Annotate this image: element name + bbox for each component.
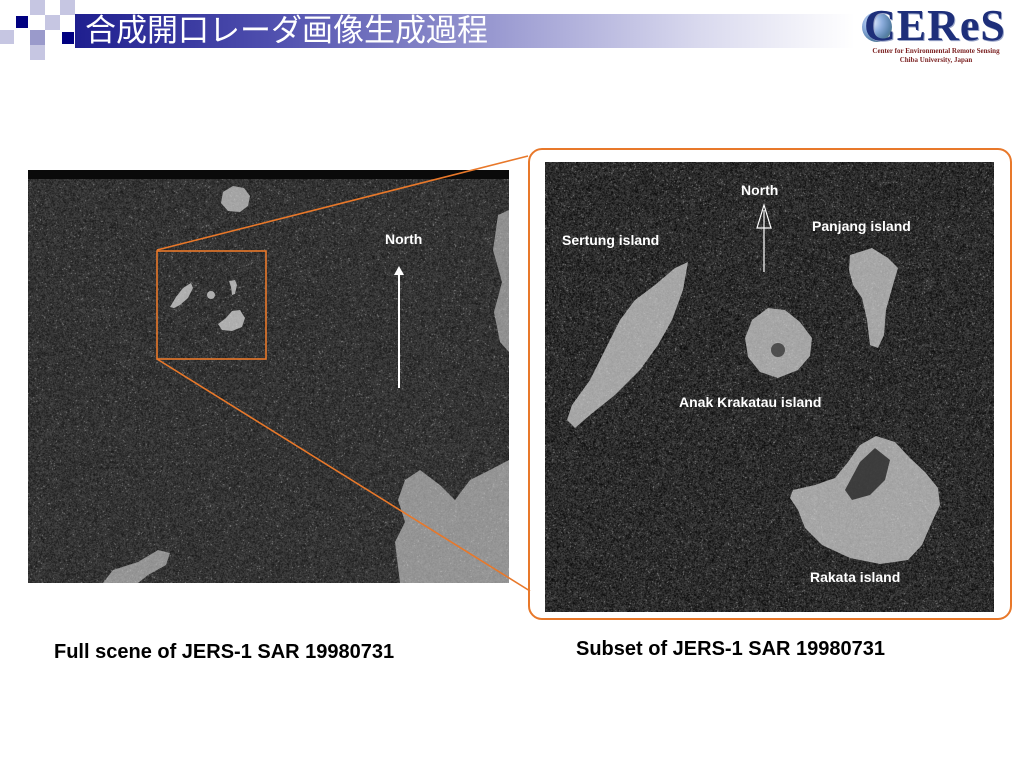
- decor-square: [60, 0, 75, 15]
- coast-land-bottom-left: [103, 550, 170, 583]
- sertung-island-small: [170, 283, 193, 308]
- north-arrow-icon: [394, 266, 404, 275]
- decor-square: [30, 0, 45, 15]
- decor-square: [30, 45, 45, 60]
- rakata-island: [790, 436, 940, 564]
- north-label: North: [741, 182, 779, 198]
- slide: 合成開口レーダ画像生成過程 CEReS Center for Environme…: [0, 0, 1024, 768]
- logo-subtitle: Center for Environmental Remote Sensing: [872, 47, 1000, 55]
- decor-square: [0, 30, 14, 44]
- panjang-island-label: Panjang island: [812, 218, 911, 234]
- logo-name: CEReS: [864, 1, 1006, 50]
- full-scene-sar-image: North: [28, 170, 509, 583]
- panjang-island: [849, 248, 898, 348]
- full-scene-features: [28, 170, 509, 583]
- decor-square: [45, 15, 60, 30]
- subset-caption: Subset of JERS-1 SAR 19980731: [576, 638, 886, 660]
- slide-title: 合成開口レーダ画像生成過程: [85, 13, 488, 49]
- image-top-edge: [28, 170, 509, 179]
- anak-krakatau-island-small: [207, 291, 215, 299]
- decor-square: [30, 30, 45, 45]
- subset-sar-image: North Panjang island Sertung island Anak…: [545, 162, 994, 612]
- ceres-logo: CEReS Center for Environmental Remote Se…: [856, 1, 1016, 66]
- decor-square: [16, 16, 28, 28]
- rakata-island-small: [218, 310, 245, 331]
- coast-land-right: [493, 210, 509, 352]
- panjang-island-small: [229, 280, 237, 295]
- full-scene-caption: Full scene of JERS-1 SAR 19980731: [54, 641, 395, 663]
- rakata-island-label: Rakata island: [810, 569, 901, 585]
- logo-affiliation: Chiba University, Japan: [899, 56, 973, 64]
- sertung-island: [567, 262, 688, 428]
- subset-features: [567, 202, 940, 564]
- north-label: North: [385, 231, 423, 247]
- sertung-island-label: Sertung island: [562, 232, 660, 248]
- anak-krakatau-island: [745, 308, 812, 378]
- coast-land-bottom-right: [395, 460, 509, 583]
- anak-krakatau-crater: [771, 343, 785, 357]
- anak-krakatau-island-label: Anak Krakatau island: [679, 394, 822, 410]
- title-bar: 合成開口レーダ画像生成過程: [75, 14, 855, 48]
- decor-square: [62, 32, 74, 44]
- sebesi-island: [221, 186, 250, 212]
